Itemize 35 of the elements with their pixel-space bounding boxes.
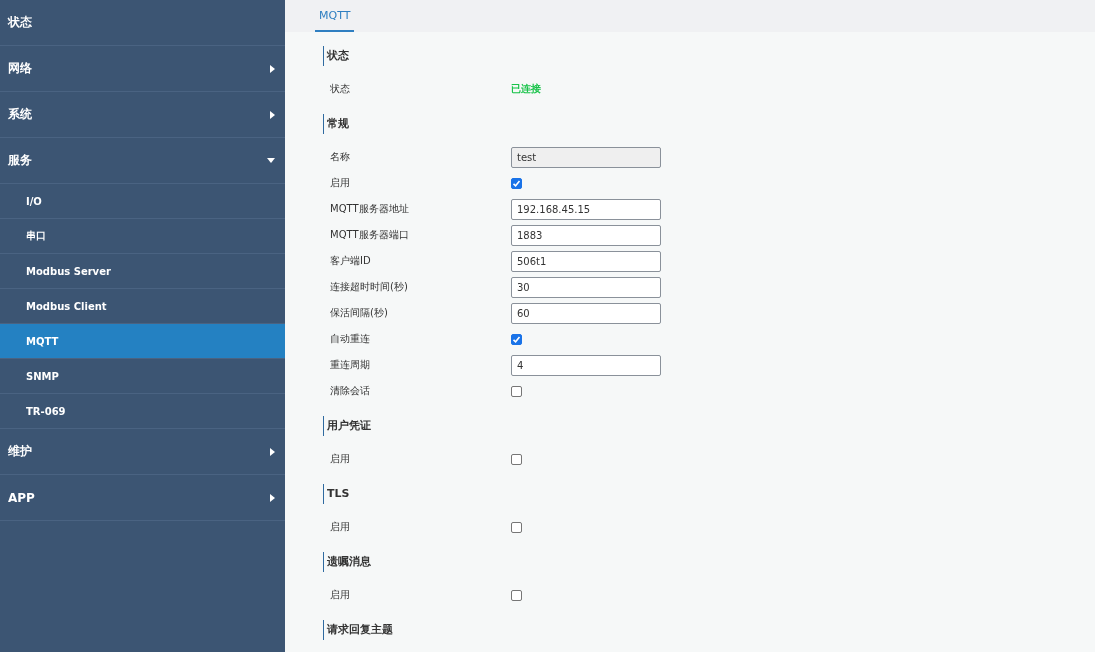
section-title: 常规 — [323, 114, 349, 134]
field-label: 重连周期 — [329, 358, 371, 372]
section-title: 用户凭证 — [323, 416, 371, 436]
input-field[interactable]: 1883 — [511, 224, 661, 246]
checkbox[interactable] — [511, 333, 522, 345]
section-title: TLS — [323, 484, 350, 504]
checkbox[interactable] — [511, 521, 522, 533]
input-field[interactable]: 192.168.45.15 — [511, 198, 661, 220]
field-label: 保活间隔(秒) — [329, 306, 389, 320]
checkbox[interactable] — [511, 385, 522, 397]
input-field[interactable]: 60 — [511, 302, 661, 324]
input-field[interactable]: 4 — [511, 354, 661, 376]
section-title: 请求回复主题 — [323, 620, 393, 640]
field-label: 启用 — [329, 588, 351, 602]
checkbox[interactable] — [511, 453, 522, 465]
field-label: MQTT服务器端口 — [329, 228, 410, 242]
field-label: 启用 — [329, 520, 351, 534]
checkbox[interactable] — [511, 177, 522, 189]
field-label: 连接超时时间(秒) — [329, 280, 409, 294]
field-label: 自动重连 — [329, 332, 371, 346]
field-label: MQTT服务器地址 — [329, 202, 410, 216]
field-label: 状态 — [329, 82, 351, 96]
input-field[interactable]: 506t1 — [511, 250, 661, 272]
field-label: 启用 — [329, 452, 351, 466]
field-label: 名称 — [329, 150, 351, 164]
field-label: 客户端ID — [329, 254, 372, 268]
field-label: 启用 — [329, 176, 351, 190]
input-field[interactable]: 30 — [511, 276, 661, 298]
sidebar-subitem[interactable]: MQTT — [0, 324, 285, 359]
field-label: 清除会话 — [329, 384, 371, 398]
status-value: 已连接 — [511, 82, 541, 96]
section-title: 状态 — [323, 46, 349, 66]
section-title: 遗嘱消息 — [323, 552, 371, 572]
tab[interactable]: MQTT — [315, 0, 355, 32]
checkbox[interactable] — [511, 589, 522, 601]
